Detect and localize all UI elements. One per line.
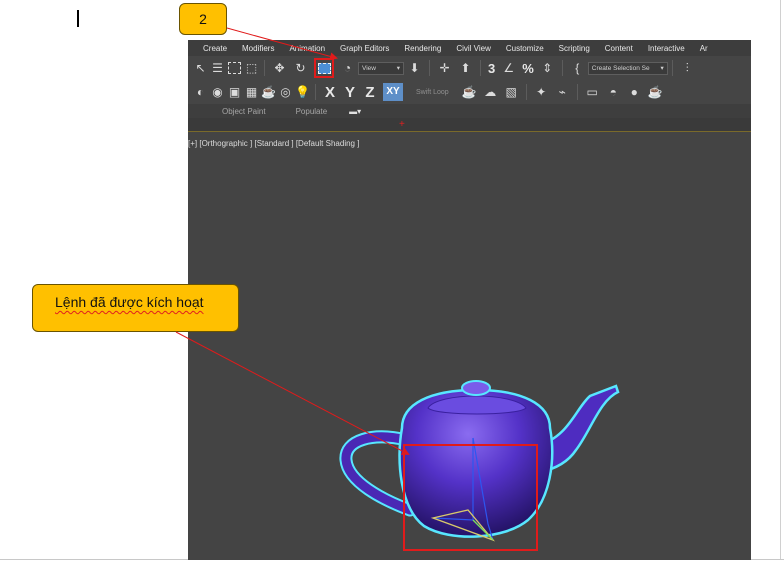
max-application-window: Create Modifiers Animation Graph Editors… [188, 40, 751, 560]
step-number-callout: 2 [179, 3, 227, 35]
perspective-viewport[interactable] [188, 40, 751, 560]
activated-message-callout: Lệnh đã được kích hoạt [32, 284, 239, 332]
teapot-icon[interactable] [339, 380, 620, 542]
text-cursor [77, 10, 79, 27]
document-page-edge [780, 0, 781, 560]
activated-message-text: Lệnh đã được kích hoạt [55, 294, 204, 310]
